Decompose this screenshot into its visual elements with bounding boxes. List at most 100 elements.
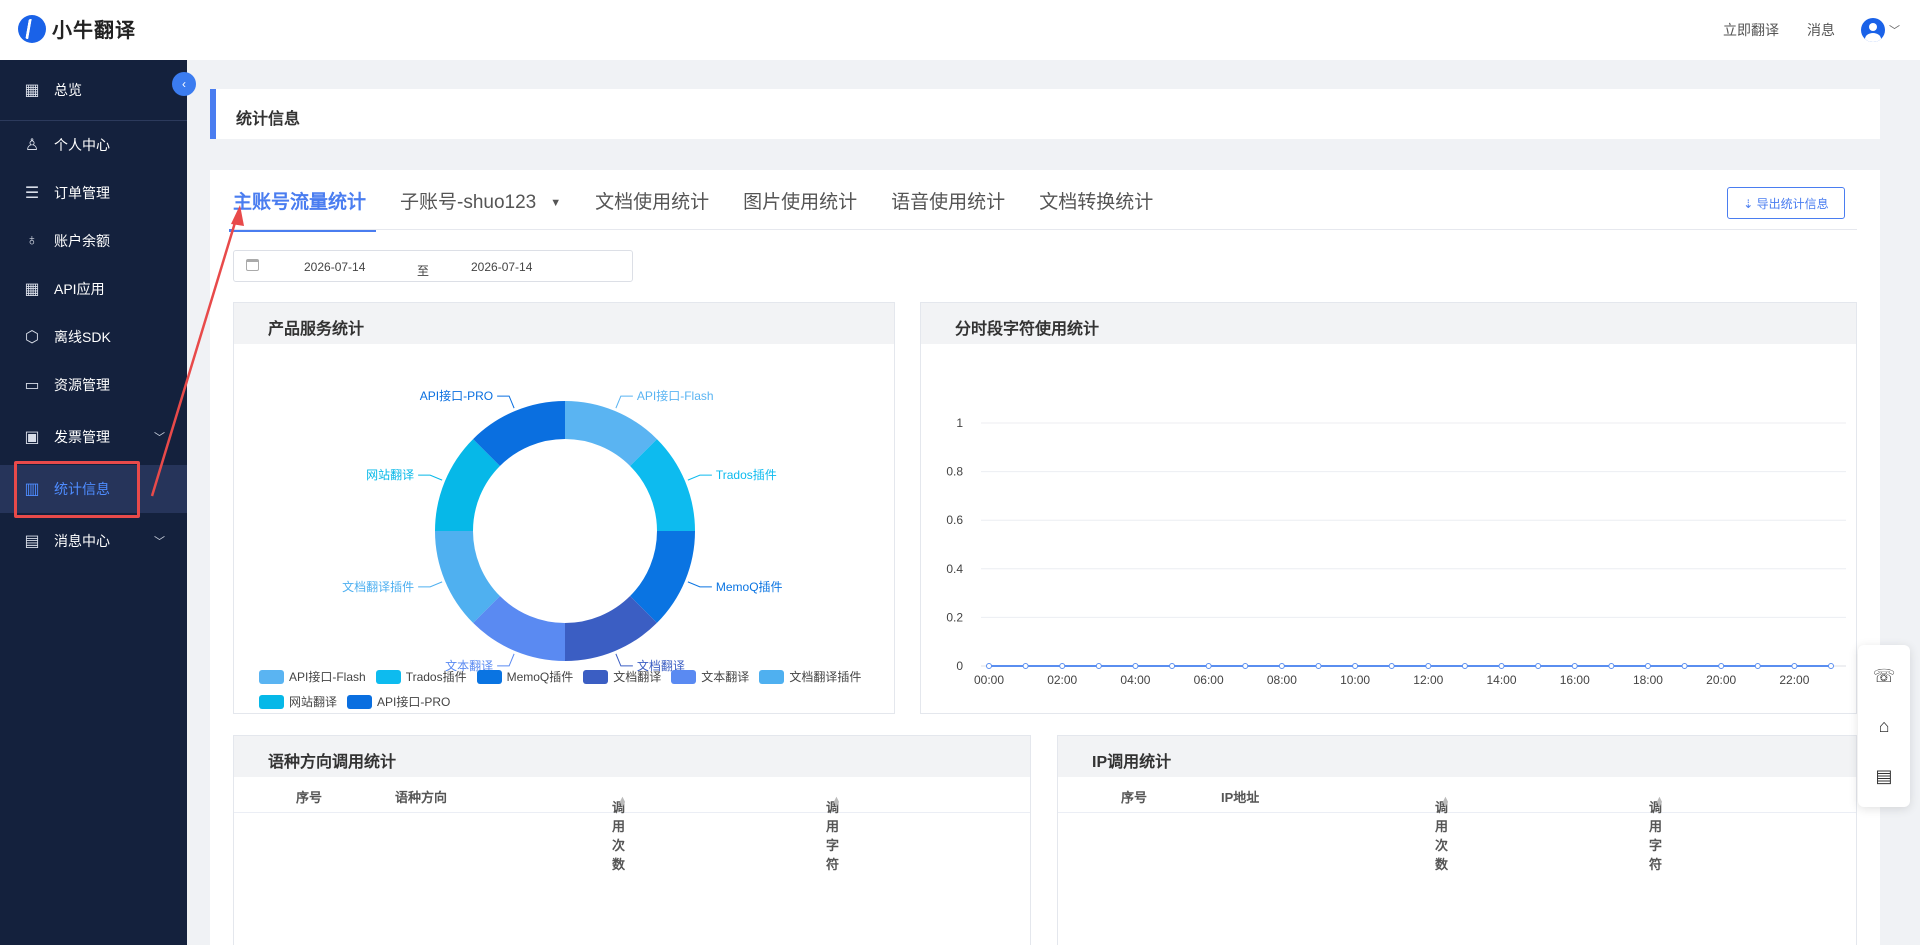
data-point[interactable] [1169,663,1176,669]
sort-icon[interactable]: ▲ ▼ [832,795,841,809]
donut-legend: API接口-Flash Trados插件 MemoQ插件 文档翻译 文本翻译 文档翻译插件… [259,668,889,718]
x-tick-label: 08:00 [1267,673,1297,687]
data-point[interactable] [1754,663,1761,669]
data-point[interactable] [986,663,992,669]
sidebar-item-resources[interactable]: ▭ 资源管理 [0,361,187,409]
slice-label: API接口-PRO [420,388,493,403]
sidebar-item-label: 订单管理 [54,185,110,201]
legend-item[interactable]: 文本翻译 [671,668,749,685]
hourly-usage-card: 分时段字符使用统计 0 0.2 0.4 0.6 0.8 1 00:00 02:00 04:00 0… [920,302,1857,714]
tab-main-account-traffic[interactable]: 主账号流量统计 [228,188,377,232]
legend-label: 文档翻译插件 [789,670,862,684]
data-point[interactable] [1425,663,1432,669]
tab-sub-account[interactable]: 子账号-shuo123 ▼ [400,188,561,232]
data-point[interactable] [1059,663,1066,669]
avatar-icon[interactable] [1861,18,1885,42]
data-point[interactable] [1095,663,1102,669]
caret-down-icon[interactable]: ▼ [550,197,561,209]
data-point[interactable] [1535,663,1542,669]
sidebar-item-profile[interactable]: ♙ 个人中心 [0,121,187,169]
sort-icon[interactable]: ▲ ▼ [1655,795,1664,809]
sidebar-item-statistics[interactable]: ▥ 统计信息 [0,465,187,513]
sidebar-item-balance[interactable]: ♁ 账户余额 [0,217,187,265]
tab-label: 子账号-shuo123 [400,192,537,214]
data-point[interactable] [1681,663,1688,669]
logo-mark-icon [18,14,46,43]
language-direction-card: 语种方向调用统计 序号 语种方向 调用次数 ▲ ▼ 调用字符 ▲ ▼ [233,735,1031,945]
tab-voice-usage[interactable]: 语音使用统计 [891,188,1005,232]
document-icon[interactable]: ▤ [1858,751,1910,801]
grid-icon: ▦ [24,82,40,99]
label-leader-line [418,581,443,588]
legend-swatch [375,669,401,684]
sidebar-item-invoices[interactable]: ▣ 发票管理 ﹀ [0,413,187,461]
data-point[interactable] [1828,663,1834,669]
legend-label: API接口-PRO [377,695,451,709]
sidebar-collapse-button[interactable]: ‹ [172,72,196,96]
export-stats-button[interactable]: ⇣ 导出统计信息 [1727,187,1845,219]
data-point[interactable] [1461,663,1468,669]
legend-swatch [347,694,373,709]
date-range-picker[interactable]: 2026-07-14 至 2026-07-14 [233,250,633,282]
messages-link[interactable]: 消息 [1807,20,1835,40]
tab-document-conversion[interactable]: 文档转换统计 [1039,188,1153,232]
sidebar-item-overview[interactable]: ▦ 总览 [0,66,187,114]
sort-icon[interactable]: ▲ ▼ [618,795,627,809]
legend-item[interactable]: 文档翻译 [583,668,661,685]
table-header: 序号 IP地址 调用次数 ▲ ▼ 调用字符 ▲ ▼ [1058,777,1856,872]
legend-item[interactable]: API接口-PRO [347,693,450,710]
tab-document-usage[interactable]: 文档使用统计 [595,188,709,232]
data-point[interactable] [1205,663,1212,669]
label-leader-line [497,653,515,667]
slice-label: 网站翻译 [366,468,414,482]
tab-label: 文档使用统计 [595,192,710,213]
card-title: 语种方向调用统计 [268,754,397,771]
legend-item[interactable]: 网站翻译 [259,693,337,710]
logo[interactable]: 小牛翻译 [18,14,136,43]
data-point[interactable] [1644,663,1651,669]
stats-tabs: 主账号流量统计 子账号-shuo123 ▼ 文档使用统计 图片使用统计 语音使用统… [228,188,1187,232]
chevron-down-icon: ﹀ [154,536,165,548]
header-actions: 立即翻译 消息 ﹀ [1695,18,1900,42]
data-point[interactable] [1388,663,1395,669]
y-tick-label: 0.6 [946,513,963,527]
start-date[interactable]: 2026-07-14 [304,260,365,274]
translate-now-link[interactable]: 立即翻译 [1723,20,1779,40]
label-leader-line [687,581,712,588]
gift-icon[interactable]: ⌂ [1858,701,1910,751]
end-date[interactable]: 2026-07-14 [471,260,532,274]
data-point[interactable] [1498,663,1505,669]
data-point[interactable] [1608,663,1615,669]
legend-item[interactable]: API接口-Flash [259,668,366,685]
data-point[interactable] [1315,663,1322,669]
data-point[interactable] [1132,663,1139,669]
tab-underline [233,229,1857,230]
customer-service-icon[interactable]: ☏ [1858,651,1910,701]
legend-item[interactable]: Trados插件 [375,668,467,685]
data-point[interactable] [1718,663,1725,669]
legend-label: 文档翻译 [613,670,662,684]
legend-item[interactable]: MemoQ插件 [476,668,573,685]
data-point[interactable] [1352,663,1359,669]
sidebar-item-api-apps[interactable]: ▦ API应用 [0,265,187,313]
chevron-down-icon[interactable]: ﹀ [1889,22,1900,38]
data-point[interactable] [1571,663,1578,669]
data-point[interactable] [1242,663,1249,669]
data-point[interactable] [1022,663,1029,669]
data-point[interactable] [1791,663,1798,669]
legend-label: Trados插件 [405,670,467,684]
sort-icon[interactable]: ▲ ▼ [1441,795,1450,809]
legend-swatch [476,669,502,684]
x-tick-label: 16:00 [1560,673,1590,687]
legend-item[interactable]: 文档翻译插件 [759,668,861,685]
sidebar-item-offline-sdk[interactable]: ⬡ 离线SDK [0,313,187,361]
sidebar-item-orders[interactable]: ☰ 订单管理 [0,169,187,217]
legend-swatch [259,694,284,709]
y-tick-label: 0 [956,659,963,673]
sidebar-item-messages[interactable]: ▤ 消息中心 ﹀ [0,517,187,565]
x-tick-label: 12:00 [1413,673,1443,687]
data-point[interactable] [1278,663,1285,669]
tab-image-usage[interactable]: 图片使用统计 [743,188,857,232]
x-tick-label: 06:00 [1194,673,1224,687]
x-tick-label: 18:00 [1633,673,1663,687]
